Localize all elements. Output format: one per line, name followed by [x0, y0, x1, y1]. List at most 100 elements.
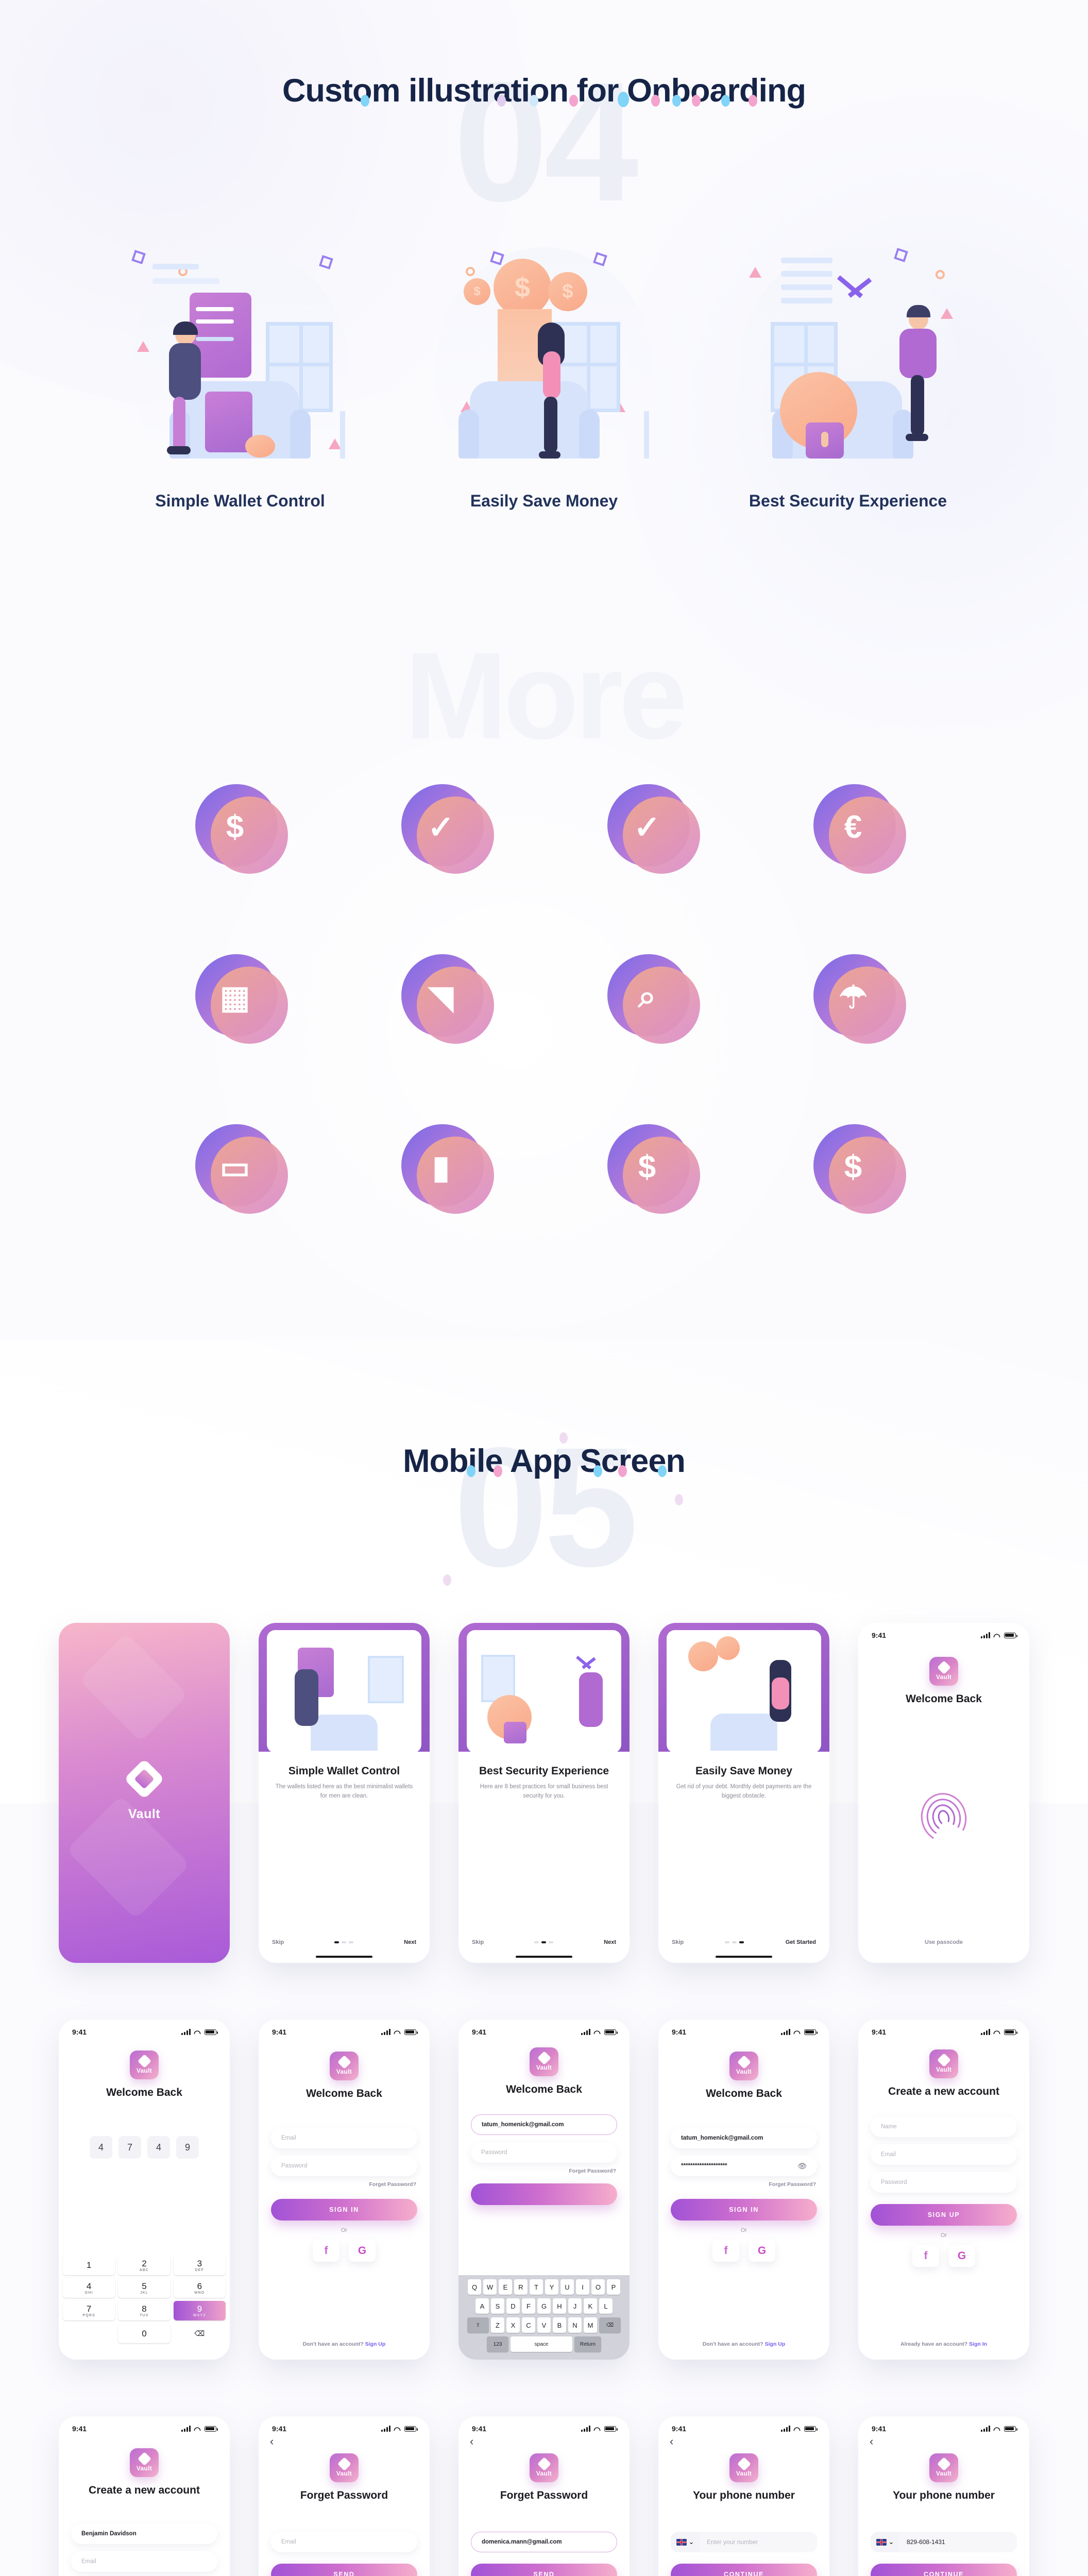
- key-y[interactable]: Y: [545, 2279, 558, 2295]
- next-button[interactable]: Next: [604, 1939, 616, 1945]
- send-button[interactable]: SEND: [271, 2564, 417, 2576]
- key-i[interactable]: I: [576, 2279, 589, 2295]
- pin-digit[interactable]: 4: [90, 2136, 112, 2159]
- pin-digit[interactable]: 4: [147, 2136, 170, 2159]
- key-e[interactable]: E: [499, 2279, 512, 2295]
- icon-user-search-cash[interactable]: ⌕: [593, 943, 701, 1051]
- phone-number-input[interactable]: 829-608-1431: [899, 2532, 1017, 2552]
- google-login-button[interactable]: G: [749, 2240, 775, 2262]
- icon-currency-exchange[interactable]: €: [799, 773, 907, 881]
- email-field[interactable]: tatum_homenick@gmail.com: [671, 2128, 817, 2148]
- key-t[interactable]: T: [530, 2279, 543, 2295]
- key-n[interactable]: N: [568, 2317, 582, 2333]
- email-field[interactable]: Email: [71, 2551, 217, 2572]
- sign-in-button[interactable]: SIGN IN: [271, 2199, 417, 2221]
- space-key[interactable]: space: [511, 2336, 572, 2352]
- icon-money-bag-hand[interactable]: $: [799, 1113, 907, 1221]
- key-7[interactable]: 7 PQRS: [63, 2301, 115, 2320]
- icon-growth-chart[interactable]: ◥: [387, 943, 495, 1051]
- sign-in-button[interactable]: SIGN IN: [671, 2199, 817, 2221]
- email-field[interactable]: Email: [271, 2128, 417, 2148]
- skip-button[interactable]: Skip: [672, 1939, 684, 1945]
- icon-wallet[interactable]: ▮: [387, 1113, 495, 1221]
- key-a[interactable]: A: [475, 2298, 489, 2314]
- key-x[interactable]: X: [506, 2317, 520, 2333]
- google-login-button[interactable]: G: [349, 2240, 376, 2262]
- key-s[interactable]: S: [491, 2298, 504, 2314]
- key-r[interactable]: R: [514, 2279, 528, 2295]
- skip-button[interactable]: Skip: [272, 1939, 284, 1945]
- name-field[interactable]: Benjamin Davidson: [71, 2523, 217, 2544]
- skip-button[interactable]: Skip: [472, 1939, 484, 1945]
- key-6[interactable]: 6 MNO: [173, 2278, 226, 2298]
- key-1[interactable]: 1: [63, 2256, 115, 2275]
- toggle-password-visibility-icon[interactable]: 👁: [797, 2162, 807, 2171]
- sign-up-link[interactable]: Sign Up: [765, 2341, 786, 2347]
- key-3[interactable]: 3 DEF: [173, 2256, 226, 2275]
- key-c[interactable]: C: [522, 2317, 535, 2333]
- key-backspace[interactable]: ⌫: [174, 2324, 226, 2343]
- fingerprint-icon[interactable]: [915, 1788, 972, 1848]
- key-g[interactable]: G: [537, 2298, 551, 2314]
- email-field[interactable]: tatum_homenick@gmail.com: [471, 2114, 617, 2135]
- icon-location-money[interactable]: $: [181, 773, 289, 881]
- key-f[interactable]: F: [522, 2298, 535, 2314]
- google-login-button[interactable]: G: [948, 2245, 975, 2267]
- key-o[interactable]: O: [591, 2279, 605, 2295]
- numbers-key[interactable]: 123: [487, 2336, 508, 2352]
- key-j[interactable]: J: [568, 2298, 582, 2314]
- facebook-login-button[interactable]: f: [313, 2240, 339, 2262]
- use-passcode-link[interactable]: Use passcode: [858, 1939, 1029, 1945]
- pin-digit[interactable]: 9: [176, 2136, 199, 2159]
- facebook-login-button[interactable]: f: [912, 2245, 939, 2267]
- send-button[interactable]: SEND: [471, 2564, 617, 2576]
- country-selector[interactable]: ⌄: [871, 2532, 899, 2552]
- back-button-icon[interactable]: ‹: [270, 2436, 430, 2447]
- get-started-button[interactable]: Get Started: [786, 1939, 816, 1945]
- shift-key[interactable]: ⇧: [467, 2317, 489, 2333]
- phone-number-input[interactable]: Enter your number: [700, 2532, 817, 2552]
- back-button-icon[interactable]: ‹: [670, 2436, 829, 2447]
- sign-in-button[interactable]: [471, 2183, 617, 2205]
- key-5[interactable]: 5 JKL: [118, 2278, 171, 2298]
- icon-credit-card[interactable]: ▭: [181, 1113, 289, 1221]
- forget-password-link[interactable]: Forget Password?: [259, 2181, 416, 2188]
- country-selector[interactable]: ⌄: [671, 2532, 700, 2552]
- email-field[interactable]: Email: [271, 2532, 417, 2552]
- name-field[interactable]: Name: [871, 2116, 1017, 2137]
- icon-verified-bank[interactable]: ✓: [387, 773, 495, 881]
- back-button-icon[interactable]: ‹: [470, 2436, 630, 2447]
- return-key[interactable]: Return: [574, 2336, 601, 2352]
- facebook-login-button[interactable]: f: [712, 2240, 739, 2262]
- back-button-icon[interactable]: ‹: [870, 2436, 1029, 2447]
- key-d[interactable]: D: [506, 2298, 520, 2314]
- next-button[interactable]: Next: [404, 1939, 416, 1945]
- sign-in-link[interactable]: Sign In: [969, 2341, 987, 2347]
- key-m[interactable]: M: [584, 2317, 597, 2333]
- key-p[interactable]: P: [607, 2279, 620, 2295]
- password-field[interactable]: ******************** 👁: [671, 2156, 817, 2176]
- icon-checklist-money-bag[interactable]: ✓: [593, 773, 701, 881]
- forget-password-link[interactable]: Forget Password?: [458, 2168, 616, 2174]
- key-b[interactable]: B: [553, 2317, 566, 2333]
- key-l[interactable]: L: [599, 2298, 613, 2314]
- key-9[interactable]: 9 WXYZ: [173, 2301, 226, 2320]
- key-h[interactable]: H: [553, 2298, 566, 2314]
- password-field[interactable]: Password: [271, 2156, 417, 2176]
- pin-digit[interactable]: 7: [118, 2136, 141, 2159]
- password-field[interactable]: Password: [871, 2172, 1017, 2193]
- key-v[interactable]: V: [537, 2317, 551, 2333]
- key-q[interactable]: Q: [468, 2279, 481, 2295]
- key-0[interactable]: 0: [118, 2324, 171, 2343]
- phone-number-input-group[interactable]: ⌄ 829-608-1431: [871, 2532, 1017, 2552]
- key-u[interactable]: U: [560, 2279, 574, 2295]
- email-field[interactable]: Email: [871, 2144, 1017, 2165]
- key-z[interactable]: Z: [491, 2317, 504, 2333]
- continue-button[interactable]: CONTINUE: [871, 2564, 1017, 2576]
- backspace-key[interactable]: ⌫: [599, 2317, 621, 2333]
- key-w[interactable]: W: [483, 2279, 497, 2295]
- key-4[interactable]: 4 GHI: [63, 2278, 115, 2298]
- icon-shield-growth[interactable]: ☂: [799, 943, 907, 1051]
- forget-password-link[interactable]: Forget Password?: [658, 2181, 816, 2188]
- email-field[interactable]: domenica.mann@gmail.com: [471, 2532, 617, 2552]
